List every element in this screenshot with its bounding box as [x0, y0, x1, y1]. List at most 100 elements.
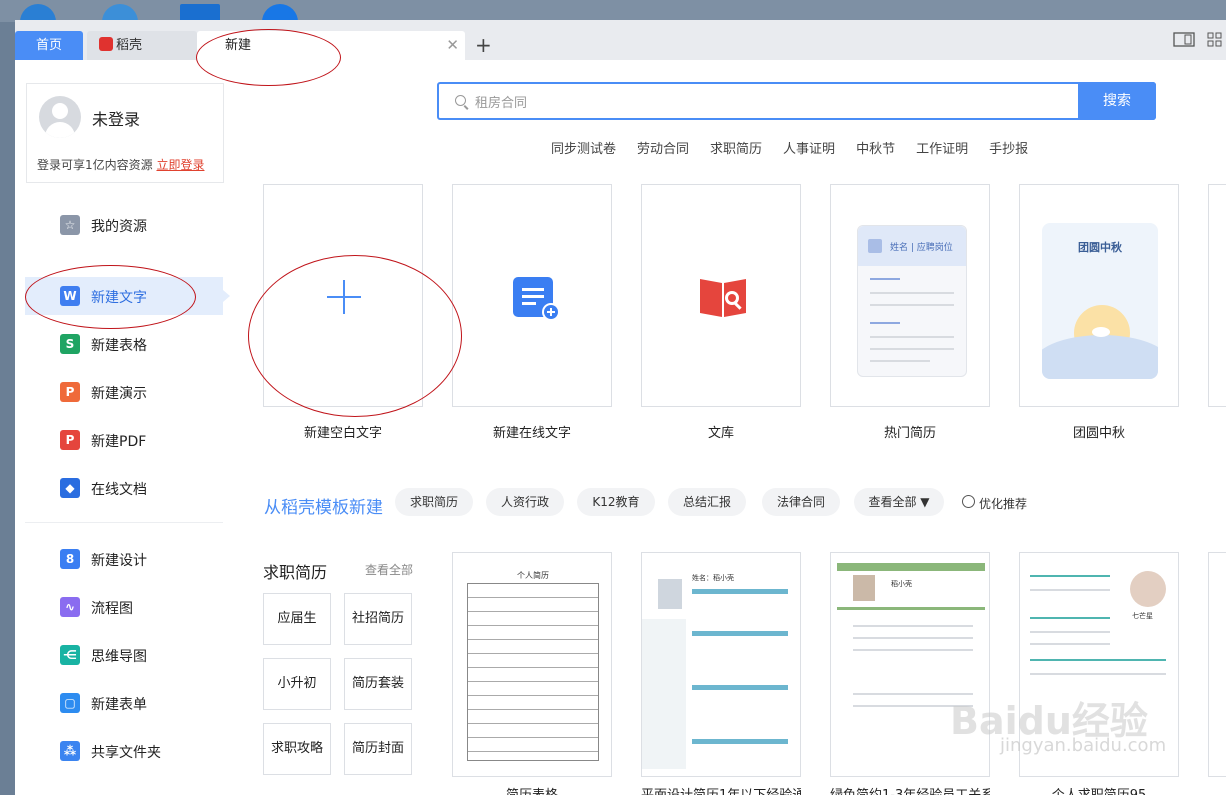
chip-k12[interactable]: K12教育	[577, 488, 655, 516]
hot-search-link[interactable]: 工作证明	[916, 142, 968, 157]
card-hot-resume[interactable]: 姓名 | 应聘岗位	[830, 184, 990, 407]
chip-view-all[interactable]: 查看全部 ▼	[854, 488, 944, 516]
annotation-oval	[196, 29, 341, 86]
window-mode-icon[interactable]	[1173, 32, 1195, 48]
card-label: 新建在线文字	[492, 426, 571, 441]
photo-placeholder	[853, 575, 875, 601]
sidebar-item-flowchart[interactable]: ∿ 流程图	[25, 588, 223, 626]
resume-tag[interactable]: 简历套装	[344, 658, 412, 710]
resume-template-card[interactable]: 姓名：稻小壳	[641, 552, 801, 777]
sidebar-item-shared-folder[interactable]: ⁂ 共享文件夹	[25, 732, 223, 770]
resume-template-card[interactable]: 个人简历	[452, 552, 612, 777]
spreadsheet-icon: S	[60, 334, 80, 354]
library-icon	[700, 279, 746, 317]
resume-tag[interactable]: 求职攻略	[263, 723, 331, 775]
resume-preview: 姓名 | 应聘岗位	[857, 225, 967, 377]
sidebar-item-mindmap[interactable]: ⋲ 思维导图	[25, 636, 223, 674]
resume-tag[interactable]: 简历封面	[344, 723, 412, 775]
resume-tag[interactable]: 应届生	[263, 593, 331, 645]
card-new-online-writer[interactable]	[452, 184, 612, 407]
add-tab-icon[interactable]: +	[475, 34, 492, 56]
preview-line	[870, 304, 954, 306]
close-icon[interactable]: ✕	[446, 31, 459, 60]
resume-template-label: 简历表格	[452, 785, 612, 795]
mindmap-icon: ⋲	[60, 645, 80, 665]
tab-label: 稻壳	[116, 38, 143, 53]
preview-line	[853, 637, 973, 639]
search-bar: 租房合同 搜索	[437, 82, 1156, 120]
sidebar-item-new-presentation[interactable]: P 新建演示	[25, 373, 223, 411]
card-label: 热门简历	[883, 426, 936, 441]
resume-template-label: 绿色简约1-3年经验员工关系	[830, 785, 990, 795]
sidebar-item-online-doc[interactable]: ◆ 在线文档	[25, 469, 223, 507]
user-icon	[868, 239, 882, 253]
recommend-toggle[interactable]: 优化推荐	[979, 495, 1027, 512]
login-link[interactable]: 立即登录	[156, 158, 204, 172]
chip-hr-admin[interactable]: 人资行政	[486, 488, 564, 516]
resume-heading: 姓名：稻小壳	[692, 574, 734, 582]
sidebar-item-label: 在线文档	[91, 482, 147, 498]
preview-bar	[692, 631, 788, 636]
pdf-icon: P	[60, 430, 80, 450]
resume-heading: 七芒星	[1132, 612, 1153, 620]
hot-search-link[interactable]: 劳动合同	[637, 142, 689, 157]
resume-table-preview	[467, 583, 599, 761]
sidebar-item-label: 新建演示	[91, 386, 147, 402]
resume-template-card-partial[interactable]	[1208, 552, 1226, 777]
desktop-taskbar-strip	[0, 0, 1226, 22]
resume-template-label: 个人求职简历95	[1019, 785, 1179, 795]
resume-view-all-link[interactable]: 查看全部	[365, 561, 413, 578]
annotation-oval	[25, 265, 196, 329]
search-input[interactable]: 租房合同	[475, 92, 527, 111]
avatar[interactable]	[39, 96, 81, 138]
resume-preview-header: 姓名 | 应聘岗位	[858, 226, 966, 266]
sidebar-item-label: 新建表单	[91, 697, 147, 713]
tab-daoke[interactable]: 稻壳	[87, 31, 197, 60]
preview-line	[1030, 643, 1110, 645]
resume-heading: 个人简历	[517, 571, 549, 580]
hot-search-link[interactable]: 中秋节	[856, 142, 895, 157]
preview-line	[1030, 659, 1166, 661]
preview-line	[870, 292, 954, 294]
annotation-oval	[248, 255, 462, 417]
preview-line	[1030, 575, 1110, 577]
hot-search-row: 同步测试卷 劳动合同 求职简历 人事证明 中秋节 工作证明 手抄报	[551, 138, 1049, 157]
sidebar-item-my-resources[interactable]: ☆ 我的资源	[25, 206, 223, 244]
preview-line	[870, 322, 900, 324]
tab-home[interactable]: 首页	[15, 31, 83, 60]
preview-line	[870, 336, 954, 338]
preview-line	[1030, 617, 1110, 619]
search-button[interactable]: 搜索	[1078, 82, 1156, 120]
sidebar-item-label: 思维导图	[91, 649, 147, 665]
resume-tag[interactable]: 小升初	[263, 658, 331, 710]
watermark-url: jingyan.baidu.com	[1000, 735, 1167, 756]
grid-menu-icon[interactable]	[1207, 32, 1226, 48]
preview-bar	[837, 563, 985, 571]
sidebar-divider	[25, 522, 223, 523]
online-writer-icon	[513, 277, 560, 321]
daoke-logo-icon	[99, 37, 113, 51]
sidebar-item-new-pdf[interactable]: P 新建PDF	[25, 421, 223, 459]
mid-autumn-preview-title: 团圆中秋	[1078, 241, 1122, 254]
preview-line	[870, 348, 954, 350]
sidebar-item-new-spreadsheet[interactable]: S 新建表格	[25, 325, 223, 363]
hot-search-link[interactable]: 求职简历	[710, 142, 762, 157]
smile-icon	[962, 495, 975, 508]
sidebar-item-label: 我的资源	[91, 219, 147, 235]
chip-resume[interactable]: 求职简历	[395, 488, 473, 516]
hot-search-link[interactable]: 人事证明	[783, 142, 835, 157]
card-mid-autumn[interactable]: 团圆中秋	[1019, 184, 1179, 407]
card-library[interactable]	[641, 184, 801, 407]
hot-search-link[interactable]: 同步测试卷	[551, 142, 616, 157]
hot-search-link[interactable]: 手抄报	[989, 142, 1028, 157]
chip-summary[interactable]: 总结汇报	[668, 488, 746, 516]
rabbit-icon	[1092, 327, 1110, 337]
sidebar-item-new-form[interactable]: ▢ 新建表单	[25, 684, 223, 722]
preview-line	[870, 360, 930, 362]
resume-tag[interactable]: 社招简历	[344, 593, 412, 645]
card-partial[interactable]	[1208, 184, 1226, 407]
preview-line	[1030, 673, 1166, 675]
login-card: 未登录 登录可享1亿内容资源 立即登录	[26, 83, 224, 183]
chip-legal[interactable]: 法律合同	[762, 488, 840, 516]
sidebar-item-new-design[interactable]: 8 新建设计	[25, 540, 223, 578]
